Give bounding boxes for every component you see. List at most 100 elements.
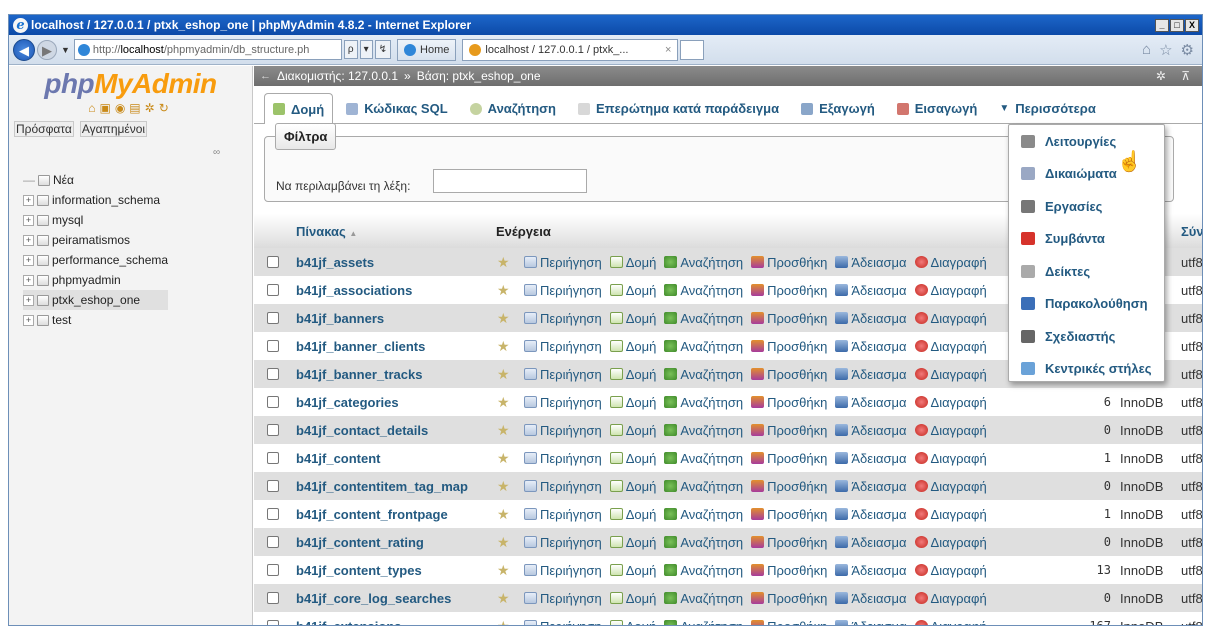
search-action[interactable]: Αναζήτηση	[664, 311, 743, 326]
link-icon[interactable]: ∞	[213, 147, 220, 158]
search-action[interactable]: Αναζήτηση	[664, 339, 743, 354]
breadcrumb-server[interactable]: Διακομιστής: 127.0.0.1	[277, 69, 398, 83]
favorites-star-icon[interactable]: ☆	[1159, 41, 1172, 59]
refresh-button[interactable]: ↯	[374, 40, 392, 59]
more-menu-item[interactable]: Δείκτες	[1009, 255, 1164, 288]
favorite-star-icon[interactable]: ★	[497, 478, 510, 495]
tree-db[interactable]: + mysql	[23, 210, 168, 230]
structure-action[interactable]: Δομή	[609, 395, 656, 410]
search-action[interactable]: Αναζήτηση	[664, 451, 743, 466]
search-action[interactable]: Αναζήτηση	[664, 395, 743, 410]
drop-action[interactable]: Διαγραφή	[914, 563, 987, 578]
insert-action[interactable]: Προσθήκη	[751, 479, 827, 494]
expand-icon[interactable]: +	[23, 214, 34, 226]
structure-action[interactable]: Δομή	[609, 423, 656, 438]
tab-active[interactable]: localhost / 127.0.0.1 / ptxk_... ×	[462, 38, 679, 61]
reload-icon[interactable]: ↻	[159, 101, 173, 115]
tree-db[interactable]: + phpmyadmin	[23, 270, 168, 290]
logout-icon[interactable]: ▣	[99, 101, 114, 115]
browse-action[interactable]: Περιήγηση	[524, 255, 602, 270]
drop-action[interactable]: Διαγραφή	[914, 395, 987, 410]
structure-action[interactable]: Δομή	[609, 311, 656, 326]
tab-export[interactable]: Εξαγωγή	[792, 93, 884, 123]
back-button[interactable]: ◀	[13, 38, 35, 61]
browse-action[interactable]: Περιήγηση	[524, 535, 602, 550]
structure-action[interactable]: Δομή	[609, 507, 656, 522]
drop-action[interactable]: Διαγραφή	[914, 591, 987, 606]
structure-action[interactable]: Δομή	[609, 479, 656, 494]
insert-action[interactable]: Προσθήκη	[751, 367, 827, 382]
search-address-button[interactable]: ρ	[343, 40, 358, 59]
row-checkbox[interactable]	[267, 536, 279, 548]
insert-action[interactable]: Προσθήκη	[751, 339, 827, 354]
favorite-star-icon[interactable]: ★	[497, 422, 510, 439]
structure-action[interactable]: Δομή	[609, 591, 656, 606]
table-name-link[interactable]: b41jf_categories	[296, 395, 399, 410]
browse-action[interactable]: Περιήγηση	[524, 563, 602, 578]
favorite-star-icon[interactable]: ★	[497, 254, 510, 271]
search-action[interactable]: Αναζήτηση	[664, 591, 743, 606]
home-nav-icon[interactable]: ⌂	[88, 101, 99, 115]
expand-icon[interactable]: +	[23, 314, 34, 326]
forward-button[interactable]: ▶	[37, 39, 57, 60]
favorite-star-icon[interactable]: ★	[497, 394, 510, 411]
tab-search[interactable]: Αναζήτηση	[461, 93, 565, 123]
tools-gear-icon[interactable]: ⚙	[1181, 41, 1194, 59]
breadcrumb-database[interactable]: Βάση: ptxk_eshop_one	[417, 69, 541, 83]
browse-action[interactable]: Περιήγηση	[524, 507, 602, 522]
tree-db[interactable]: + performance_schema	[23, 250, 168, 270]
browse-action[interactable]: Περιήγηση	[524, 451, 602, 466]
url-field[interactable]: http://localhost/phpmyadmin/db_structure…	[73, 39, 342, 60]
browse-action[interactable]: Περιήγηση	[524, 339, 602, 354]
drop-action[interactable]: Διαγραφή	[914, 339, 987, 354]
empty-action[interactable]: Άδειασμα	[835, 339, 907, 354]
search-action[interactable]: Αναζήτηση	[664, 563, 743, 578]
empty-action[interactable]: Άδειασμα	[835, 255, 907, 270]
docs-icon[interactable]: ▤	[129, 101, 144, 115]
more-menu-item[interactable]: Εργασίες	[1009, 190, 1164, 223]
favorite-star-icon[interactable]: ★	[497, 534, 510, 551]
tree-db[interactable]: + information_schema	[23, 190, 168, 210]
search-action[interactable]: Αναζήτηση	[664, 367, 743, 382]
drop-action[interactable]: Διαγραφή	[914, 507, 987, 522]
empty-action[interactable]: Άδειασμα	[835, 507, 907, 522]
insert-action[interactable]: Προσθήκη	[751, 507, 827, 522]
collapse-arrow-icon[interactable]: ←	[260, 70, 271, 82]
page-settings-gear-icon[interactable]: ✲ ⊼	[1156, 69, 1202, 83]
empty-action[interactable]: Άδειασμα	[835, 451, 907, 466]
insert-action[interactable]: Προσθήκη	[751, 535, 827, 550]
favorite-star-icon[interactable]: ★	[497, 338, 510, 355]
minimize-button[interactable]: _	[1155, 18, 1169, 32]
tree-new[interactable]: — Νέα	[23, 170, 168, 190]
browse-action[interactable]: Περιήγηση	[524, 591, 602, 606]
empty-action[interactable]: Άδειασμα	[835, 479, 907, 494]
empty-action[interactable]: Άδειασμα	[835, 563, 907, 578]
browse-action[interactable]: Περιήγηση	[524, 311, 602, 326]
insert-action[interactable]: Προσθήκη	[751, 255, 827, 270]
search-action[interactable]: Αναζήτηση	[664, 619, 743, 625]
drop-action[interactable]: Διαγραφή	[914, 255, 987, 270]
row-checkbox[interactable]	[267, 284, 279, 296]
home-icon[interactable]: ⌂	[1142, 41, 1151, 59]
row-checkbox[interactable]	[267, 452, 279, 464]
favorite-star-icon[interactable]: ★	[497, 506, 510, 523]
empty-action[interactable]: Άδειασμα	[835, 283, 907, 298]
favorites-tab[interactable]: Αγαπημένοι	[79, 121, 148, 137]
table-name-link[interactable]: b41jf_associations	[296, 283, 412, 298]
insert-action[interactable]: Προσθήκη	[751, 395, 827, 410]
empty-action[interactable]: Άδειασμα	[835, 367, 907, 382]
expand-icon[interactable]: +	[23, 234, 34, 246]
more-menu-item[interactable]: Σχεδιαστής	[1009, 320, 1164, 353]
structure-action[interactable]: Δομή	[609, 255, 656, 270]
empty-action[interactable]: Άδειασμα	[835, 395, 907, 410]
drop-action[interactable]: Διαγραφή	[914, 311, 987, 326]
table-name-link[interactable]: b41jf_assets	[296, 255, 374, 270]
table-name-link[interactable]: b41jf_banner_clients	[296, 339, 425, 354]
favorite-star-icon[interactable]: ★	[497, 282, 510, 299]
expand-icon[interactable]: +	[23, 274, 34, 286]
help-icon[interactable]: ◉	[115, 101, 129, 115]
close-button[interactable]: X	[1185, 18, 1199, 32]
tree-db[interactable]: + peiramatismos	[23, 230, 168, 250]
tab-structure[interactable]: Δομή	[264, 93, 334, 124]
drop-action[interactable]: Διαγραφή	[914, 423, 987, 438]
